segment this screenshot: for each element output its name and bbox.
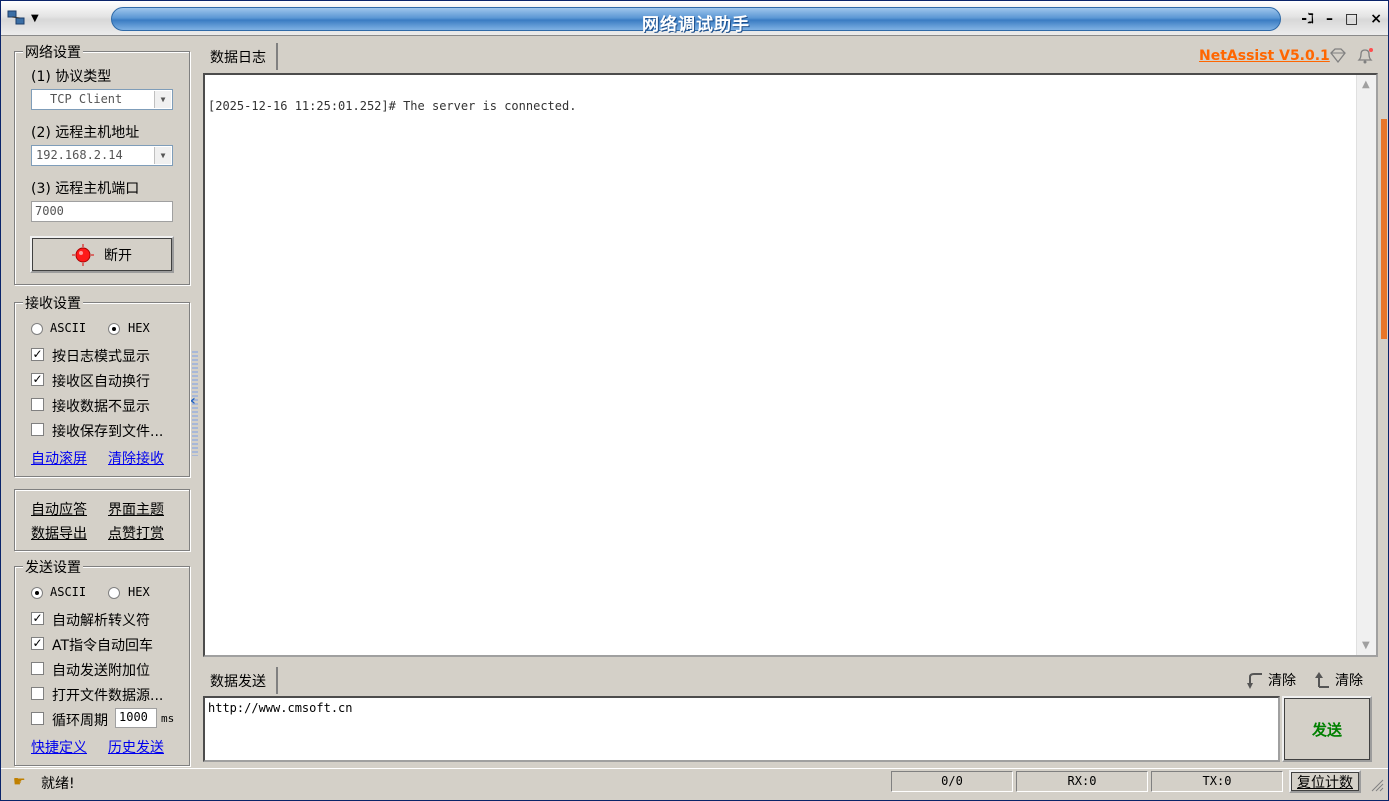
app-window: ▼ 网络调试助手 -ℷ – □ × 网络设置 (1) 协议类型 TCP Clie… <box>0 0 1389 801</box>
tab-data-log-label: 数据日志 <box>210 50 266 66</box>
save-to-file-checkbox[interactable] <box>31 423 44 436</box>
title-pill: 网络调试助手 <box>111 7 1281 35</box>
status-count: 0/0 <box>891 771 1013 792</box>
at-auto-cr-checkbox[interactable]: ✓ <box>31 637 44 650</box>
receive-ascii-label: ASCII <box>50 321 87 335</box>
connection-status-icon <box>72 243 94 266</box>
receive-hex-radio[interactable] <box>108 323 120 335</box>
menu-dropdown-icon[interactable]: ▼ <box>31 13 39 24</box>
cycle-unit: ms <box>161 712 175 725</box>
hand-pointer-icon: ☛ <box>13 774 26 790</box>
shortcut-link[interactable]: 快捷定义 <box>31 737 87 757</box>
chevron-down-icon[interactable]: ▼ <box>154 91 171 108</box>
close-button[interactable]: × <box>1370 11 1382 27</box>
brand-link[interactable]: NetAssist V5.0.1 <box>1199 48 1330 64</box>
theme-link[interactable]: 界面主题 <box>108 499 164 519</box>
donate-link[interactable]: 点赞打赏 <box>108 523 164 543</box>
scroll-up-icon[interactable]: ▲ <box>1362 79 1370 90</box>
reset-count-label: 复位计数 <box>1297 774 1353 791</box>
protocol-label: (1) 协议类型 <box>31 69 112 85</box>
auto-wrap-checkbox[interactable]: ✓ <box>31 373 44 386</box>
file-source-label: 打开文件数据源... <box>52 688 164 704</box>
save-to-file-label: 接收保存到文件... <box>52 424 164 440</box>
clear-send-label-1: 清除 <box>1268 673 1296 689</box>
escape-parse-label: 自动解析转义符 <box>52 613 150 629</box>
disconnect-label: 断开 <box>104 247 132 264</box>
send-input[interactable]: http://www.cmsoft.cn <box>203 696 1280 762</box>
tab-data-send-label: 数据发送 <box>210 674 266 690</box>
escape-parse-checkbox[interactable]: ✓ <box>31 612 44 625</box>
protocol-select[interactable]: TCP Client ▼ <box>31 89 173 110</box>
hide-receive-label: 接收数据不显示 <box>52 399 150 415</box>
send-hex-label: HEX <box>128 585 150 599</box>
log-panel[interactable]: [2025-12-16 11:25:01.252]# The server is… <box>203 73 1378 657</box>
receive-ascii-radio[interactable] <box>31 323 43 335</box>
title-bar[interactable]: ▼ 网络调试助手 -ℷ – □ × <box>1 1 1388 36</box>
reset-count-button[interactable]: 复位计数 <box>1289 770 1361 793</box>
send-input-text: http://www.cmsoft.cn <box>208 701 353 715</box>
append-bits-label: 自动发送附加位 <box>52 663 150 679</box>
clear-send-button-2[interactable]: 清除 <box>1313 670 1363 690</box>
history-link[interactable]: 历史发送 <box>108 737 164 757</box>
log-mode-checkbox[interactable]: ✓ <box>31 348 44 361</box>
tab-data-log[interactable]: 数据日志 <box>204 43 278 70</box>
auto-reply-link[interactable]: 自动应答 <box>31 499 87 519</box>
receive-hex-label: HEX <box>128 321 150 335</box>
receive-settings-label: 接收设置 <box>23 293 83 313</box>
log-scrollbar[interactable]: ▲ ▼ <box>1356 75 1376 655</box>
log-mode-label: 按日志模式显示 <box>52 349 150 365</box>
window-title: 网络调试助手 <box>642 15 750 35</box>
return-arrow-icon <box>1315 672 1329 688</box>
cycle-checkbox[interactable] <box>31 712 44 725</box>
port-label: (3) 远程主机端口 <box>31 181 140 197</box>
bell-icon[interactable] <box>1355 46 1375 70</box>
resize-grip-icon[interactable] <box>1370 778 1384 796</box>
host-label: (2) 远程主机地址 <box>31 125 140 141</box>
protocol-value: TCP Client <box>50 92 123 106</box>
send-settings-label: 发送设置 <box>23 557 83 577</box>
status-rx: RX:0 <box>1016 771 1148 792</box>
send-hex-radio[interactable] <box>108 587 120 599</box>
maximize-button[interactable]: □ <box>1345 11 1358 27</box>
scroll-accent-bar <box>1381 119 1387 339</box>
scroll-down-icon[interactable]: ▼ <box>1362 640 1370 651</box>
host-value: 192.168.2.14 <box>36 148 123 162</box>
status-tx: TX:0 <box>1151 771 1283 792</box>
auto-wrap-label: 接收区自动换行 <box>52 374 150 390</box>
status-ready: 就绪! <box>41 776 75 792</box>
send-label: 发送 <box>1311 720 1342 739</box>
pin-button[interactable]: -ℷ <box>1301 11 1314 27</box>
clear-receive-link[interactable]: 清除接收 <box>108 448 164 468</box>
minimize-button[interactable]: – <box>1326 11 1333 27</box>
clear-send-label-2: 清除 <box>1335 673 1363 689</box>
data-export-link[interactable]: 数据导出 <box>31 523 87 543</box>
network-settings-label: 网络设置 <box>23 42 83 62</box>
append-bits-checkbox[interactable] <box>31 662 44 675</box>
chevron-down-icon[interactable]: ▼ <box>154 147 171 164</box>
host-select[interactable]: 192.168.2.14 ▼ <box>31 145 173 166</box>
window-controls: -ℷ – □ × <box>1301 7 1382 31</box>
port-input[interactable]: 7000 <box>31 201 173 222</box>
file-source-checkbox[interactable] <box>31 687 44 700</box>
hide-receive-checkbox[interactable] <box>31 398 44 411</box>
auto-scroll-link[interactable]: 自动滚屏 <box>31 448 87 468</box>
log-line: [2025-12-16 11:25:01.252]# The server is… <box>208 99 577 113</box>
tab-data-send[interactable]: 数据发送 <box>204 667 278 694</box>
disconnect-button[interactable]: 断开 <box>30 236 174 273</box>
collapse-arrow-icon[interactable]: ‹ <box>190 393 196 409</box>
cycle-input[interactable]: 1000 <box>115 708 157 728</box>
send-button[interactable]: 发送 <box>1282 696 1372 762</box>
at-auto-cr-label: AT指令自动回车 <box>52 638 154 654</box>
send-ascii-radio[interactable] <box>31 587 43 599</box>
system-menu[interactable]: ▼ <box>7 6 87 30</box>
send-ascii-label: ASCII <box>50 585 87 599</box>
diamond-icon[interactable] <box>1328 47 1348 69</box>
curve-arrow-icon <box>1247 673 1262 689</box>
app-icon[interactable] <box>7 10 25 26</box>
clear-send-button-1[interactable]: 清除 <box>1246 670 1296 690</box>
cycle-label: 循环周期 <box>52 713 108 729</box>
